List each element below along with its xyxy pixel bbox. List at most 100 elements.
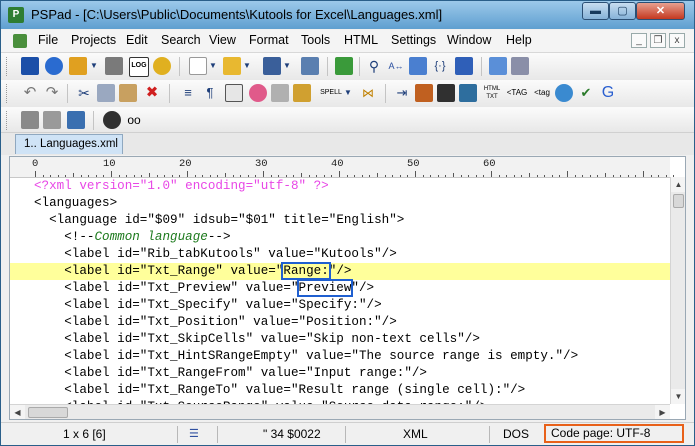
horizontal-scrollbar[interactable]: ◀ ▶ (10, 404, 670, 419)
save-icon[interactable] (263, 57, 281, 75)
maximize-button[interactable]: ▢ (609, 2, 636, 20)
code-line[interactable]: <!--Common language--> (10, 229, 670, 246)
code-line[interactable]: <label id="Txt_Position" value="Position… (10, 314, 670, 331)
dropdown-icon[interactable]: ▼ (343, 84, 353, 102)
title-bar[interactable]: P PSPad - [C:\Users\Public\Documents\Kut… (1, 1, 694, 29)
menu-html[interactable]: HTML (344, 33, 378, 47)
menu-help[interactable]: Help (506, 33, 532, 47)
horizontal-scroll-thumb[interactable] (28, 407, 68, 418)
glasses-icon[interactable]: oo (125, 111, 143, 129)
menu-settings[interactable]: Settings (391, 33, 436, 47)
undo-icon[interactable]: ↶ (21, 84, 39, 102)
brackets-icon[interactable]: {·} (431, 57, 449, 75)
code-line[interactable]: <label id="Txt_Preview" value="Preview"/… (10, 279, 670, 297)
vertical-scroll-thumb[interactable] (673, 194, 684, 208)
code-line[interactable]: <language id="$09" idsub="$01" title="En… (10, 212, 670, 229)
dropdown-icon[interactable]: ▼ (208, 57, 218, 75)
wrap-icon[interactable]: ≡ (179, 84, 197, 102)
scroll-right-icon[interactable]: ▶ (655, 405, 670, 419)
menu-window[interactable]: Window (447, 33, 491, 47)
tree-icon[interactable] (335, 57, 353, 75)
tab-languages-xml[interactable]: 1.. Languages.xml (15, 134, 123, 154)
redo-icon[interactable]: ↷ (43, 84, 61, 102)
lock-open-icon[interactable] (271, 84, 289, 102)
gray-square-icon[interactable] (21, 111, 39, 129)
toolbar-grip[interactable] (6, 111, 10, 130)
preview-icon[interactable] (489, 57, 507, 75)
scroll-down-icon[interactable]: ▼ (671, 389, 685, 404)
menu-view[interactable]: View (209, 33, 236, 47)
close-button[interactable]: ✕ (636, 2, 685, 20)
delete-icon[interactable]: ✖ (143, 84, 161, 102)
record-icon[interactable] (103, 111, 121, 129)
cube-icon[interactable] (21, 57, 39, 75)
mdi-restore-button[interactable]: ❐ (650, 33, 666, 48)
toolbar-grip[interactable] (6, 84, 10, 103)
minimize-button[interactable]: ▬ (582, 2, 609, 20)
hex-icon[interactable] (437, 84, 455, 102)
menu-edit[interactable]: Edit (126, 33, 148, 47)
code-line[interactable]: <label id="Rib_tabKutools" value="Kutool… (10, 246, 670, 263)
cut-icon[interactable]: ✂ (75, 84, 93, 102)
replace-icon[interactable]: A↔ (387, 57, 405, 75)
toolbar-grip[interactable] (6, 57, 10, 76)
gray-file-icon[interactable] (43, 111, 61, 129)
monitor-icon[interactable] (67, 111, 85, 129)
document-menu-icon[interactable] (13, 34, 27, 48)
menu-file[interactable]: File (38, 33, 58, 47)
gear-icon[interactable] (153, 57, 171, 75)
package-icon[interactable] (415, 84, 433, 102)
vertical-scrollbar[interactable]: ▲ ▼ (670, 177, 685, 404)
palette-icon[interactable] (249, 84, 267, 102)
paragraph-icon[interactable]: ¶ (201, 84, 219, 102)
google-icon[interactable]: G (599, 84, 617, 102)
spell-icon[interactable]: SPELL (319, 84, 343, 102)
new-file-icon[interactable] (189, 57, 207, 75)
block-select-icon[interactable] (225, 84, 243, 102)
html-txt-icon[interactable]: HTML TXT (481, 84, 503, 103)
tag-small-icon[interactable]: <tag (531, 84, 553, 102)
menu-tools[interactable]: Tools (301, 33, 330, 47)
code-line[interactable]: <label id="Txt_RangeTo" value="Result ra… (10, 382, 670, 399)
scroll-up-icon[interactable]: ▲ (671, 177, 685, 192)
editor-pane[interactable]: 0 10 20 30 40 50 60 <?xml version="1.0" … (9, 156, 686, 420)
find-in-files-icon[interactable] (409, 57, 427, 75)
code-line[interactable]: <label id="Txt_Specify" value="Specify:"… (10, 297, 670, 314)
code-line[interactable]: <label id="Txt_HintSRangeEmpty" value="T… (10, 348, 670, 365)
encoding-icon[interactable] (459, 84, 477, 102)
dropdown-icon[interactable]: ▼ (282, 57, 292, 75)
menu-projects[interactable]: Projects (71, 33, 116, 47)
search-icon[interactable]: ⚲ (365, 57, 383, 75)
menu-format[interactable]: Format (249, 33, 289, 47)
globe-icon[interactable] (555, 84, 573, 102)
status-code-page[interactable]: Code page: UTF-8 (544, 424, 684, 443)
code-line[interactable]: <languages> (10, 195, 670, 212)
log-icon[interactable]: LOG (129, 57, 149, 77)
status-line-end[interactable]: DOS (503, 427, 529, 441)
tag-icon[interactable]: <TAG (505, 84, 529, 102)
open-project-icon[interactable] (69, 57, 87, 75)
open-folder-icon[interactable] (223, 57, 241, 75)
save-all-icon[interactable] (301, 57, 319, 75)
cubes-icon[interactable] (45, 57, 63, 75)
code-line[interactable]: <?xml version="1.0" encoding="utf-8" ?> (10, 178, 670, 195)
format-code-icon[interactable]: ⇥ (393, 84, 411, 102)
pspad-app-icon[interactable]: P (8, 7, 24, 23)
code-area[interactable]: <?xml version="1.0" encoding="utf-8" ?> <… (10, 177, 670, 414)
clipboard-icon[interactable] (105, 57, 123, 75)
mdi-close-button[interactable]: x (669, 33, 685, 48)
code-line[interactable]: <label id="Txt_RangeFrom" value="Input r… (10, 365, 670, 382)
validate-icon[interactable]: ✔ (577, 84, 595, 102)
status-syntax[interactable]: XML (403, 427, 428, 441)
current-code-line[interactable]: <label id="Txt_Range" value="Range:"/> (10, 262, 670, 280)
dropdown-icon[interactable]: ▼ (89, 57, 99, 75)
dropdown-icon[interactable]: ▼ (242, 57, 252, 75)
print-icon[interactable] (511, 57, 529, 75)
copy-icon[interactable] (97, 84, 115, 102)
scroll-left-icon[interactable]: ◀ (10, 405, 25, 419)
code-line[interactable]: <label id="Txt_SkipCells" value="Skip no… (10, 331, 670, 348)
menu-search[interactable]: Search (161, 33, 201, 47)
paste-icon[interactable] (119, 84, 137, 102)
merge-icon[interactable]: ⋈ (359, 84, 377, 102)
lock-icon[interactable] (293, 84, 311, 102)
